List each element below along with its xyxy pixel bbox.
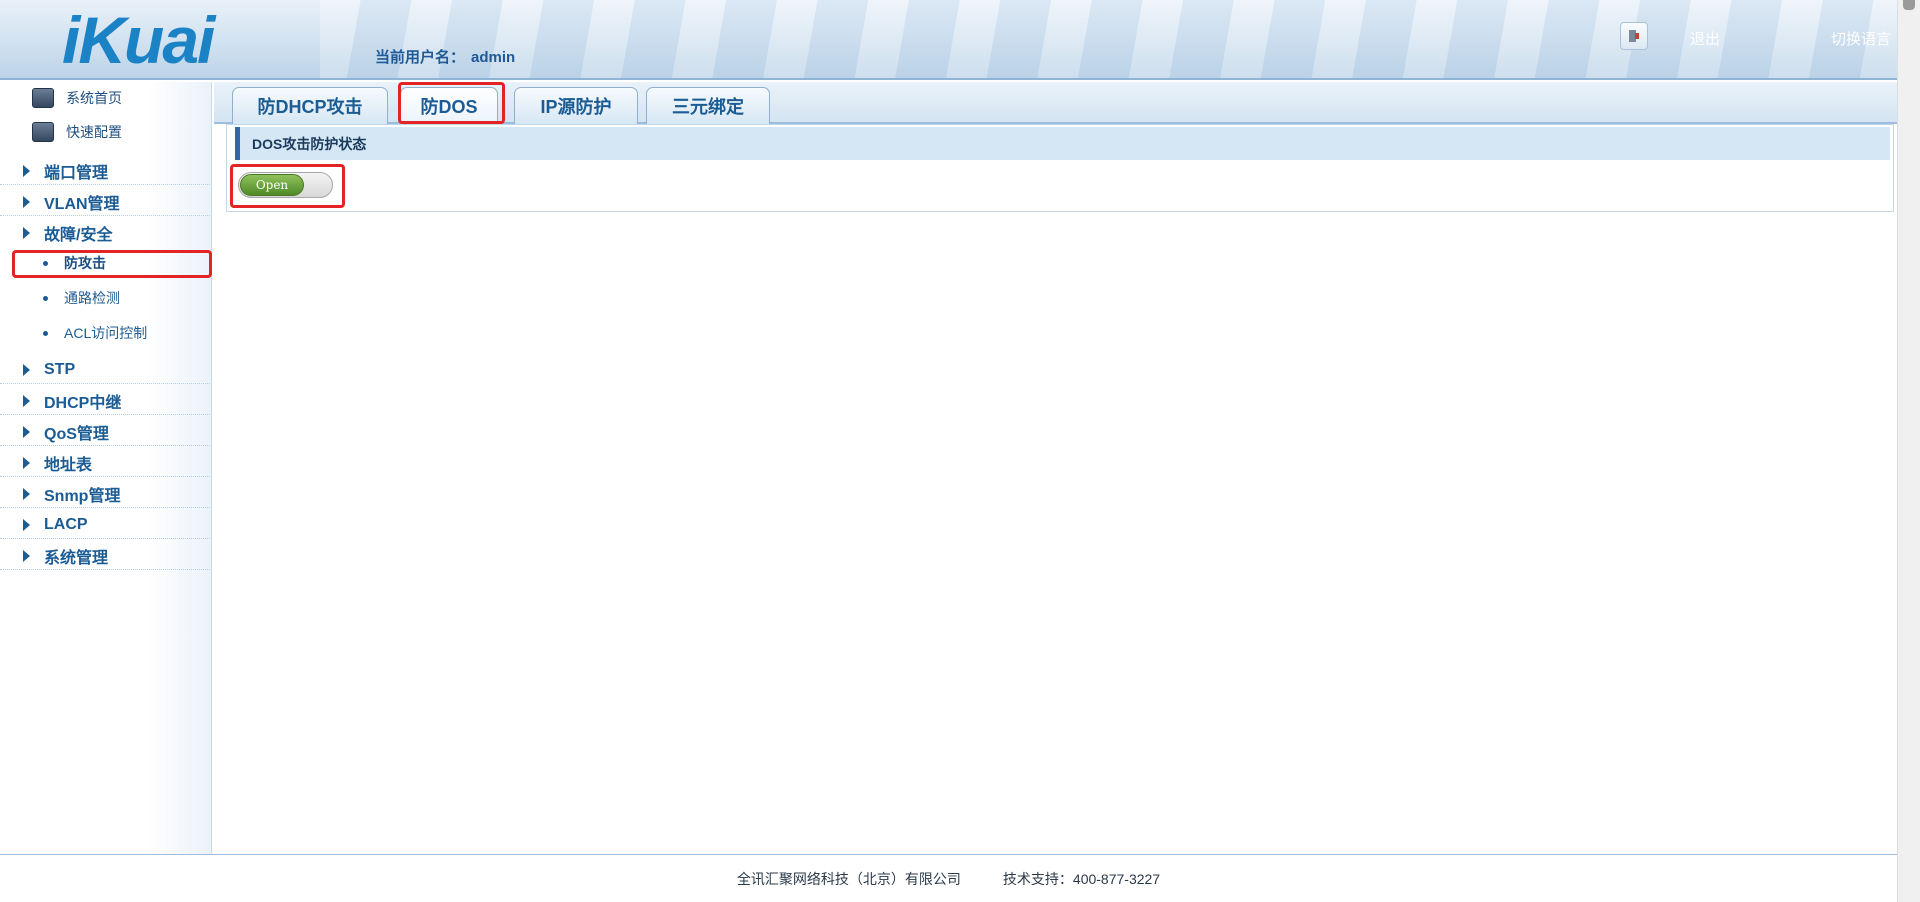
sidebar-item-qos[interactable]: QoS管理 bbox=[0, 418, 210, 446]
sidebar-item-dhcp-relay[interactable]: DHCP中继 bbox=[0, 387, 210, 415]
expand-arrow-icon bbox=[23, 394, 30, 407]
sidebar-item-system-management[interactable]: 系统管理 bbox=[0, 542, 210, 570]
bullet-icon bbox=[43, 260, 48, 266]
tab-label: 防DOS bbox=[420, 97, 478, 117]
dos-protection-panel: DOS攻击防护状态 bbox=[226, 124, 1894, 212]
sidebar-subitem-label: ACL访问控制 bbox=[64, 325, 148, 341]
footer: 全讯汇聚网络科技（北京）有限公司 技术支持：400-877-3227 bbox=[0, 854, 1897, 902]
top-header: iKuai 当前用户名： admin 退出 切换语言 bbox=[0, 0, 1897, 80]
sidebar-subitem-path-detection[interactable]: 通路检测 bbox=[0, 284, 210, 312]
user-name: admin bbox=[471, 49, 516, 66]
company-name: 全讯汇聚网络科技（北京）有限公司 bbox=[736, 870, 961, 887]
expand-arrow-icon bbox=[23, 549, 30, 562]
current-user: 当前用户名： admin bbox=[375, 46, 521, 67]
sidebar-item-vlan[interactable]: VLAN管理 bbox=[0, 188, 210, 216]
sidebar-item-fault-security[interactable]: 故障/安全 bbox=[0, 219, 210, 247]
sidebar-subitem-label: 防攻击 bbox=[64, 255, 106, 271]
logo-text: iKuai bbox=[62, 3, 215, 77]
tab-anti-dhcp[interactable]: 防DHCP攻击 bbox=[232, 87, 388, 124]
toggle-knob: Open bbox=[240, 174, 304, 196]
expand-arrow-icon bbox=[23, 227, 30, 239]
toggle-label: Open bbox=[255, 178, 289, 192]
config-icon bbox=[32, 122, 54, 142]
sidebar-item-stp[interactable]: STP bbox=[0, 356, 210, 384]
sidebar: 系统首页 快速配置 端口管理 VLAN管理 故障/安全 防攻击 通路检测 ACL… bbox=[0, 82, 212, 854]
sidebar-item-port-management[interactable]: 端口管理 bbox=[0, 157, 210, 185]
sidebar-subitem-acl[interactable]: ACL访问控制 bbox=[0, 319, 210, 347]
tab-ip-source-guard[interactable]: IP源防护 bbox=[514, 87, 638, 124]
sidebar-item-label: STP bbox=[44, 360, 76, 378]
sidebar-item-label: DHCP中继 bbox=[44, 394, 122, 412]
sidebar-item-snmp[interactable]: Snmp管理 bbox=[0, 480, 210, 508]
sidebar-item-label: 快速配置 bbox=[66, 124, 122, 140]
sidebar-item-label: VLAN管理 bbox=[44, 195, 120, 213]
sidebar-item-quick-config[interactable]: 快速配置 bbox=[32, 122, 122, 142]
sidebar-subitem-anti-attack[interactable]: 防攻击 bbox=[0, 249, 210, 277]
expand-arrow-icon bbox=[23, 164, 30, 177]
logout-icon[interactable] bbox=[1620, 22, 1648, 50]
expand-arrow-icon bbox=[23, 363, 30, 376]
panel-title: DOS攻击防护状态 bbox=[235, 127, 1890, 160]
sidebar-item-label: Snmp管理 bbox=[44, 487, 121, 505]
sidebar-subitem-label: 通路检测 bbox=[64, 290, 120, 306]
switch-language-link[interactable]: 切换语言 bbox=[1831, 28, 1891, 49]
ikuai-logo: iKuai bbox=[62, 3, 215, 77]
vertical-scrollbar[interactable] bbox=[1897, 0, 1920, 902]
expand-arrow-icon bbox=[23, 518, 30, 531]
door-icon bbox=[1629, 30, 1639, 42]
sidebar-item-lacp[interactable]: LACP bbox=[0, 511, 210, 539]
user-label: 当前用户名： bbox=[375, 49, 466, 66]
main-content: 防DHCP攻击 防DOS IP源防护 三元绑定 DOS攻击防护状态 bbox=[214, 82, 1897, 854]
expand-arrow-icon bbox=[23, 487, 30, 500]
sidebar-item-home[interactable]: 系统首页 bbox=[32, 88, 122, 108]
tab-triple-binding[interactable]: 三元绑定 bbox=[646, 87, 770, 124]
tab-label: 防DHCP攻击 bbox=[257, 97, 363, 117]
logout-link[interactable]: 退出 bbox=[1690, 28, 1720, 49]
expand-arrow-icon bbox=[23, 425, 30, 438]
bullet-icon bbox=[43, 295, 48, 301]
sidebar-item-label: 端口管理 bbox=[44, 164, 109, 182]
tab-label: 三元绑定 bbox=[672, 97, 744, 117]
expand-arrow-icon bbox=[23, 195, 30, 208]
sidebar-item-label: QoS管理 bbox=[44, 425, 109, 443]
expand-arrow-icon bbox=[23, 456, 30, 469]
dos-protection-toggle[interactable]: Open bbox=[238, 172, 333, 198]
monitor-icon bbox=[32, 88, 54, 108]
sidebar-item-label: 故障/安全 bbox=[44, 227, 113, 244]
sidebar-item-label: 地址表 bbox=[44, 456, 93, 474]
tab-label: IP源防护 bbox=[540, 97, 612, 117]
support-hotline: 技术支持：400-877-3227 bbox=[1002, 870, 1161, 887]
sidebar-item-address-table[interactable]: 地址表 bbox=[0, 449, 210, 477]
tab-anti-dos[interactable]: 防DOS bbox=[400, 87, 498, 124]
tab-bar: 防DHCP攻击 防DOS IP源防护 三元绑定 bbox=[214, 82, 1897, 124]
bullet-icon bbox=[43, 330, 48, 336]
sidebar-item-label: LACP bbox=[44, 515, 88, 533]
sidebar-item-label: 系统首页 bbox=[66, 90, 122, 106]
scrollbar-thumb[interactable] bbox=[1903, 0, 1915, 10]
sidebar-item-label: 系统管理 bbox=[44, 549, 109, 567]
